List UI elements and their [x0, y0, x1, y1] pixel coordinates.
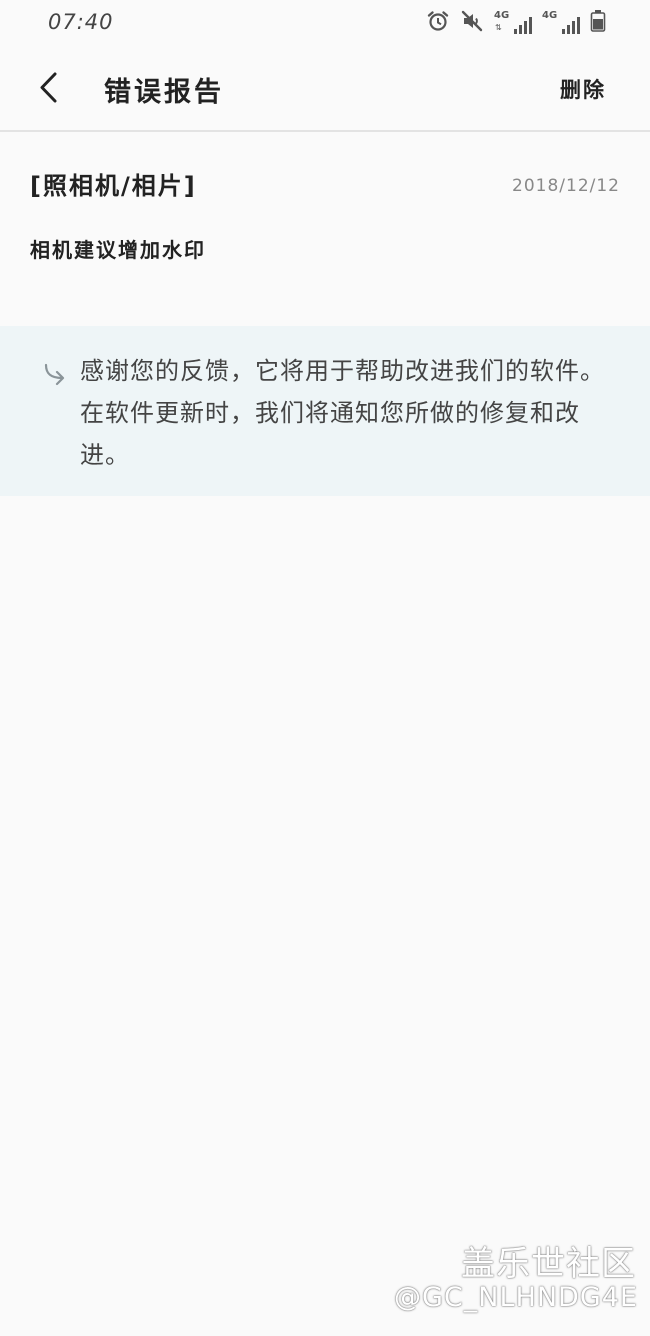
mute-icon — [460, 9, 484, 37]
network-type-label: 4G — [542, 10, 558, 21]
page-title: 错误报告 — [104, 77, 224, 108]
reply-arrow-icon — [44, 363, 65, 386]
app-bar: 错误报告 删除 — [0, 48, 650, 132]
network-type-label: 4G — [494, 10, 510, 21]
watermark-community: 盖乐世社区 — [461, 1244, 636, 1284]
report-category: [照相机/相片] — [30, 172, 197, 200]
report-content: 相机建议增加水印 — [30, 238, 206, 262]
watermark-handle: @GC_NLHNDG4E — [394, 1282, 638, 1313]
signal-icon: 4G — [542, 10, 580, 34]
battery-icon — [590, 9, 606, 37]
signal-icon: 4G ⇅ — [494, 10, 532, 34]
alarm-icon — [426, 9, 450, 37]
delete-button[interactable]: 删除 — [560, 74, 606, 104]
report-date: 2018/12/12 — [512, 176, 620, 196]
status-bar: 07:40 4G ⇅ 4G — [0, 0, 650, 48]
chevron-left-icon — [40, 72, 57, 103]
reply-message: 感谢您的反馈，它将用于帮助改进我们的软件。在软件更新时，我们将通知您所做的修复和… — [80, 357, 605, 469]
reply-box: 感谢您的反馈，它将用于帮助改进我们的软件。在软件更新时，我们将通知您所做的修复和… — [0, 326, 650, 496]
back-button[interactable] — [30, 68, 70, 108]
status-icons: 4G ⇅ 4G — [426, 9, 606, 37]
status-time: 07:40 — [48, 10, 114, 34]
